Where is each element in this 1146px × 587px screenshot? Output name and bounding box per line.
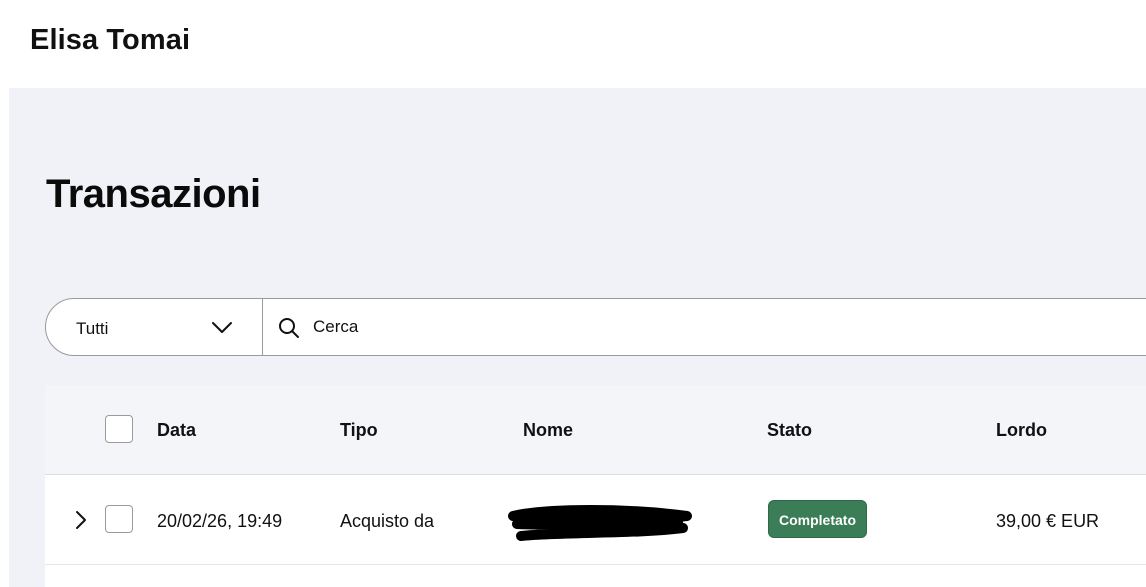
filter-bar: Tutti <box>45 298 1146 356</box>
column-header-stato[interactable]: Stato <box>767 420 812 441</box>
search-area <box>263 299 1146 355</box>
row-checkbox[interactable] <box>105 505 133 533</box>
column-header-tipo[interactable]: Tipo <box>340 420 378 441</box>
search-icon <box>279 318 299 338</box>
redacted-name-scribble <box>508 505 692 541</box>
select-all-checkbox[interactable] <box>105 415 133 443</box>
column-header-data[interactable]: Data <box>157 420 196 441</box>
type-filter-value: Tutti <box>76 319 109 338</box>
page-title: Transazioni <box>46 172 261 216</box>
row-date: 20/02/26, 19:49 <box>157 511 283 531</box>
left-edge <box>0 88 9 587</box>
search-input[interactable] <box>313 311 1113 343</box>
table-header <box>45 385 1146 475</box>
type-filter-select[interactable]: Tutti <box>46 299 263 355</box>
chevron-right-icon[interactable] <box>73 509 89 531</box>
chevron-down-icon <box>212 322 232 333</box>
column-header-lordo[interactable]: Lordo <box>996 420 1047 441</box>
row-type: Acquisto da <box>340 511 435 531</box>
status-badge: Completato <box>768 500 867 538</box>
top-bar: Elisa Tomai <box>0 0 1146 88</box>
column-header-nome[interactable]: Nome <box>523 420 573 441</box>
user-name: Elisa Tomai <box>30 24 191 56</box>
row-gross-amount: 39,00 € EUR <box>996 511 1100 531</box>
transactions-table: Data Tipo Nome Stato Lordo 20/02/26, 19:… <box>45 385 1146 587</box>
